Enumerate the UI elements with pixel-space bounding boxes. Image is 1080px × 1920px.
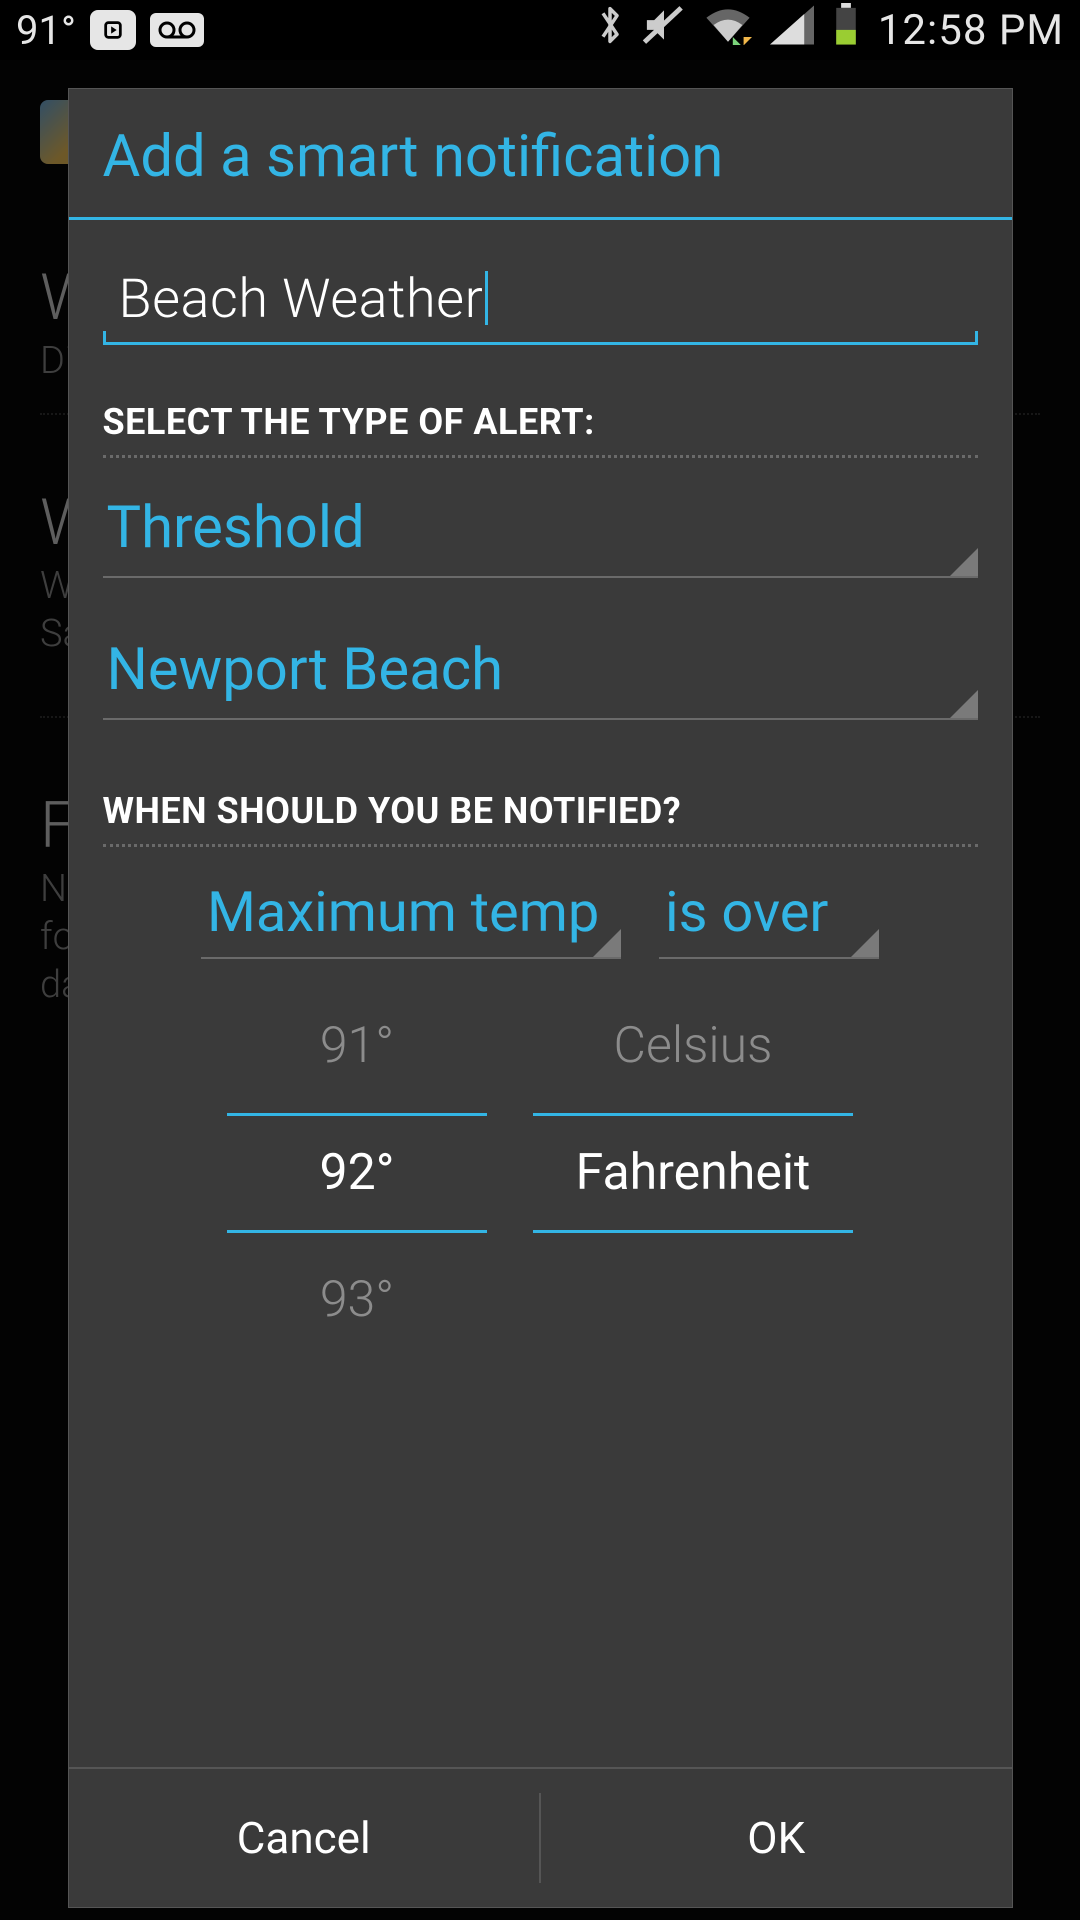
notification-name-input[interactable]: Beach Weather	[103, 260, 978, 345]
notification-name-value: Beach Weather	[119, 268, 484, 331]
dropdown-triangle-icon	[851, 929, 879, 957]
picker-value-selected: Fahrenheit	[533, 1113, 853, 1233]
play-store-icon	[90, 10, 136, 50]
modal-overlay: Add a smart notification Beach Weather S…	[0, 60, 1080, 1920]
dialog-title: Add a smart notification	[69, 89, 1012, 220]
dialog-button-bar: Cancel OK	[69, 1767, 1012, 1907]
section-alert-type-label: SELECT THE TYPE OF ALERT:	[103, 401, 978, 458]
location-value: Newport Beach	[103, 622, 978, 718]
temperature-picker[interactable]: 91° 92° 93°	[227, 989, 487, 1357]
wifi-icon	[704, 5, 752, 55]
cancel-button[interactable]: Cancel	[69, 1769, 540, 1907]
battery-icon	[832, 3, 860, 57]
section-when-label: WHEN SHOULD YOU BE NOTIFIED?	[103, 790, 978, 847]
status-bar: 91° 12:58 PM	[0, 0, 1080, 60]
alert-type-spinner[interactable]: Threshold	[103, 480, 978, 578]
comparator-spinner[interactable]: is over	[659, 869, 879, 959]
alert-type-value: Threshold	[103, 480, 978, 576]
dropdown-triangle-icon	[593, 929, 621, 957]
picker-value-below: 93°	[227, 1243, 487, 1357]
ok-button[interactable]: OK	[541, 1769, 1012, 1907]
dropdown-triangle-icon	[950, 690, 978, 718]
picker-value-below	[533, 1243, 853, 1299]
location-spinner[interactable]: Newport Beach	[103, 622, 978, 720]
bluetooth-icon	[596, 3, 624, 57]
unit-picker[interactable]: Celsius Fahrenheit	[533, 989, 853, 1357]
mute-icon	[642, 3, 686, 57]
status-clock: 12:58 PM	[878, 6, 1064, 55]
picker-value-above: Celsius	[533, 989, 853, 1103]
add-notification-dialog: Add a smart notification Beach Weather S…	[68, 88, 1013, 1908]
voicemail-icon	[150, 13, 204, 47]
metric-spinner[interactable]: Maximum temp	[201, 869, 621, 959]
text-cursor	[485, 271, 488, 325]
picker-value-selected: 92°	[227, 1113, 487, 1233]
dropdown-triangle-icon	[950, 548, 978, 576]
status-temp: 91°	[16, 7, 76, 54]
signal-icon	[770, 5, 814, 55]
metric-value: Maximum temp	[201, 869, 621, 957]
picker-value-above: 91°	[227, 989, 487, 1103]
comparator-value: is over	[659, 869, 879, 957]
